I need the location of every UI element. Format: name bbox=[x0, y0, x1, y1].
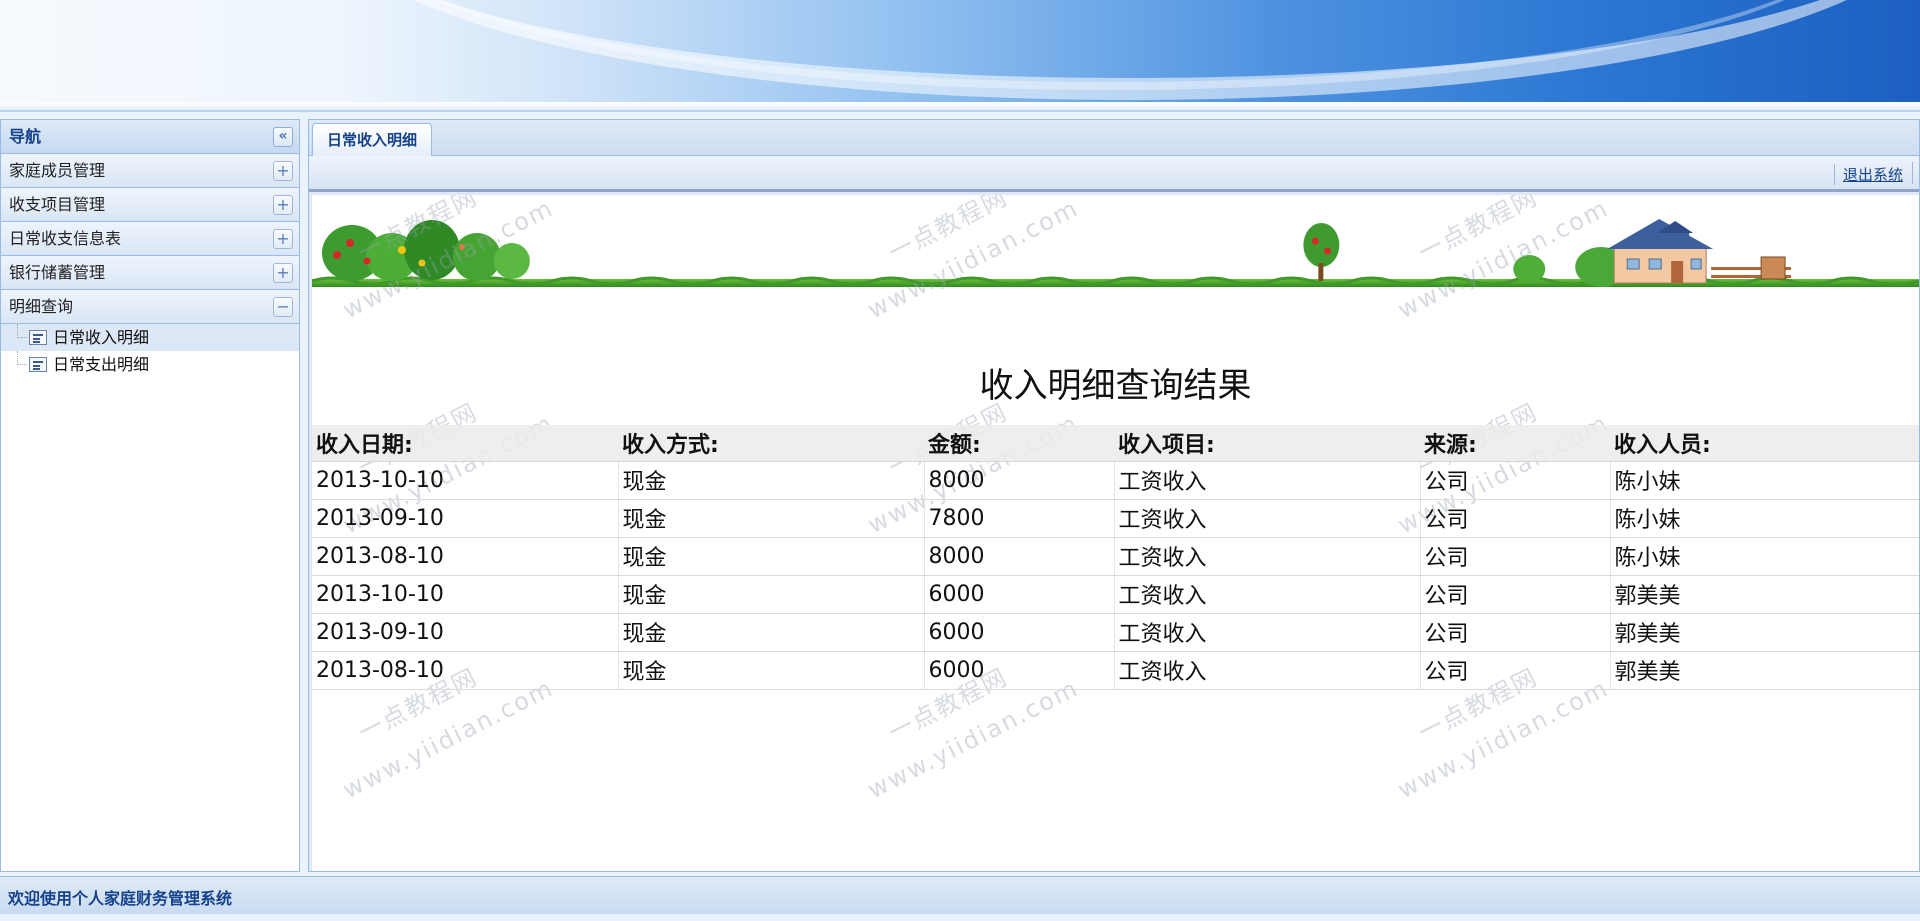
table-row: 2013-10-10 现金 8000 工资收入 公司 陈小妹 bbox=[312, 461, 1919, 500]
status-bar: 欢迎使用个人家庭财务管理系统 bbox=[0, 876, 1920, 914]
cell-method: 现金 bbox=[617, 537, 924, 576]
expand-plus-icon[interactable]: + bbox=[273, 195, 293, 215]
nav-section-family-members[interactable]: 家庭成员管理 + bbox=[1, 154, 299, 188]
tree-item-label: 日常支出明细 bbox=[53, 355, 150, 374]
cell-method: 现金 bbox=[617, 613, 924, 652]
cell-source: 公司 bbox=[1419, 651, 1610, 690]
cell-person: 陈小妹 bbox=[1609, 499, 1919, 538]
table-row: 2013-08-10 现金 6000 工资收入 公司 郭美美 bbox=[312, 651, 1919, 690]
table-header-row: 收入日期: 收入方式: 金额: 收入项目: 来源: 收入人员: bbox=[312, 425, 1919, 462]
nav-section-label: 家庭成员管理 bbox=[9, 161, 106, 180]
nav-title-bar: 导航 « bbox=[1, 120, 299, 154]
cell-amount: 6000 bbox=[923, 651, 1114, 690]
tab-income-detail[interactable]: 日常收入明细 bbox=[312, 123, 433, 156]
cell-item: 工资收入 bbox=[1113, 537, 1420, 576]
tree-guide-line bbox=[17, 351, 27, 365]
column-header-method: 收入方式: bbox=[618, 425, 924, 462]
cell-amount: 6000 bbox=[923, 575, 1114, 614]
toolbar: 退出系统 bbox=[309, 156, 1919, 192]
cell-amount: 8000 bbox=[923, 537, 1114, 576]
expand-plus-icon[interactable]: + bbox=[273, 263, 293, 283]
cell-method: 现金 bbox=[617, 499, 924, 538]
column-header-date: 收入日期: bbox=[312, 425, 618, 462]
nav-section-detail-query[interactable]: 明细查询 − bbox=[1, 290, 299, 324]
cell-method: 现金 bbox=[617, 575, 924, 614]
scenery-illustration bbox=[312, 219, 1919, 287]
cell-date: 2013-09-10 bbox=[312, 499, 618, 538]
cell-source: 公司 bbox=[1419, 613, 1610, 652]
tree-item-label: 日常收入明细 bbox=[53, 328, 150, 347]
cell-amount: 8000 bbox=[923, 461, 1114, 500]
cell-date: 2013-10-10 bbox=[312, 575, 618, 614]
watermark: www.yiidian.com bbox=[1393, 673, 1614, 805]
income-detail-table: 收入日期: 收入方式: 金额: 收入项目: 来源: 收入人员: 2013-10-… bbox=[312, 425, 1919, 690]
column-header-amount: 金额: bbox=[924, 425, 1114, 462]
header-banner bbox=[0, 0, 1920, 112]
cell-date: 2013-08-10 bbox=[312, 537, 618, 576]
content-area: 一点教程网 www.yiidian.com 一点教程网 www.yiidian.… bbox=[312, 195, 1919, 871]
column-header-item: 收入项目: bbox=[1114, 425, 1420, 462]
cell-person: 陈小妹 bbox=[1609, 537, 1919, 576]
list-page-icon bbox=[29, 357, 47, 372]
cell-person: 郭美美 bbox=[1609, 651, 1919, 690]
table-row: 2013-09-10 现金 7800 工资收入 公司 陈小妹 bbox=[312, 499, 1919, 538]
main-tab-panel: 日常收入明细 退出系统 一点教程网 www.yiidian.com 一点教程网 … bbox=[308, 119, 1920, 872]
expand-plus-icon[interactable]: + bbox=[273, 161, 293, 181]
cell-item: 工资收入 bbox=[1113, 499, 1420, 538]
cell-item: 工资收入 bbox=[1113, 651, 1420, 690]
cell-source: 公司 bbox=[1419, 461, 1610, 500]
watermark: www.yiidian.com bbox=[863, 673, 1084, 805]
toolbar-separator bbox=[1912, 162, 1913, 184]
cell-amount: 7800 bbox=[923, 499, 1114, 538]
cell-source: 公司 bbox=[1419, 575, 1610, 614]
nav-panel: 导航 « 家庭成员管理 + 收支项目管理 + 日常收支信息表 + 银行储蓄管理 … bbox=[0, 119, 300, 872]
tree-guide-line bbox=[17, 324, 27, 338]
banner-bottom-edge bbox=[0, 102, 1920, 110]
cell-date: 2013-09-10 bbox=[312, 613, 618, 652]
cell-date: 2013-10-10 bbox=[312, 461, 618, 500]
nav-section-bank-savings[interactable]: 银行储蓄管理 + bbox=[1, 256, 299, 290]
collapse-minus-icon[interactable]: − bbox=[273, 297, 293, 317]
nav-section-income-expense-items[interactable]: 收支项目管理 + bbox=[1, 188, 299, 222]
cell-amount: 6000 bbox=[923, 613, 1114, 652]
cell-method: 现金 bbox=[617, 461, 924, 500]
tab-strip: 日常收入明细 bbox=[309, 120, 1919, 156]
cell-person: 郭美美 bbox=[1609, 613, 1919, 652]
nav-section-label: 收支项目管理 bbox=[9, 195, 106, 214]
cell-method: 现金 bbox=[617, 651, 924, 690]
page-title: 收入明细查询结果 bbox=[979, 366, 1252, 406]
double-chevron-left-icon[interactable]: « bbox=[273, 127, 293, 147]
cell-person: 陈小妹 bbox=[1609, 461, 1919, 500]
nav-section-daily-records[interactable]: 日常收支信息表 + bbox=[1, 222, 299, 256]
watermark: www.yiidian.com bbox=[338, 673, 559, 805]
logout-link[interactable]: 退出系统 bbox=[1833, 164, 1903, 185]
nav-title: 导航 bbox=[9, 127, 42, 146]
column-header-source: 来源: bbox=[1420, 425, 1610, 462]
cell-item: 工资收入 bbox=[1113, 461, 1420, 500]
cell-source: 公司 bbox=[1419, 537, 1610, 576]
cell-date: 2013-08-10 bbox=[312, 651, 618, 690]
welcome-text: 欢迎使用个人家庭财务管理系统 bbox=[8, 889, 233, 908]
column-header-person: 收入人员: bbox=[1610, 425, 1919, 462]
nav-section-label: 银行储蓄管理 bbox=[9, 263, 106, 282]
nav-section-label: 明细查询 bbox=[9, 297, 74, 316]
table-row: 2013-08-10 现金 8000 工资收入 公司 陈小妹 bbox=[312, 537, 1919, 576]
tree-item-expense-detail[interactable]: 日常支出明细 bbox=[1, 351, 299, 378]
tree-item-income-detail[interactable]: 日常收入明细 bbox=[1, 324, 299, 351]
table-row: 2013-10-10 现金 6000 工资收入 公司 郭美美 bbox=[312, 575, 1919, 614]
cell-source: 公司 bbox=[1419, 499, 1610, 538]
nav-section-label: 日常收支信息表 bbox=[9, 229, 122, 248]
cell-item: 工资收入 bbox=[1113, 575, 1420, 614]
table-row: 2013-09-10 现金 6000 工资收入 公司 郭美美 bbox=[312, 613, 1919, 652]
list-page-icon bbox=[29, 330, 47, 345]
expand-plus-icon[interactable]: + bbox=[273, 229, 293, 249]
cell-item: 工资收入 bbox=[1113, 613, 1420, 652]
cell-person: 郭美美 bbox=[1609, 575, 1919, 614]
